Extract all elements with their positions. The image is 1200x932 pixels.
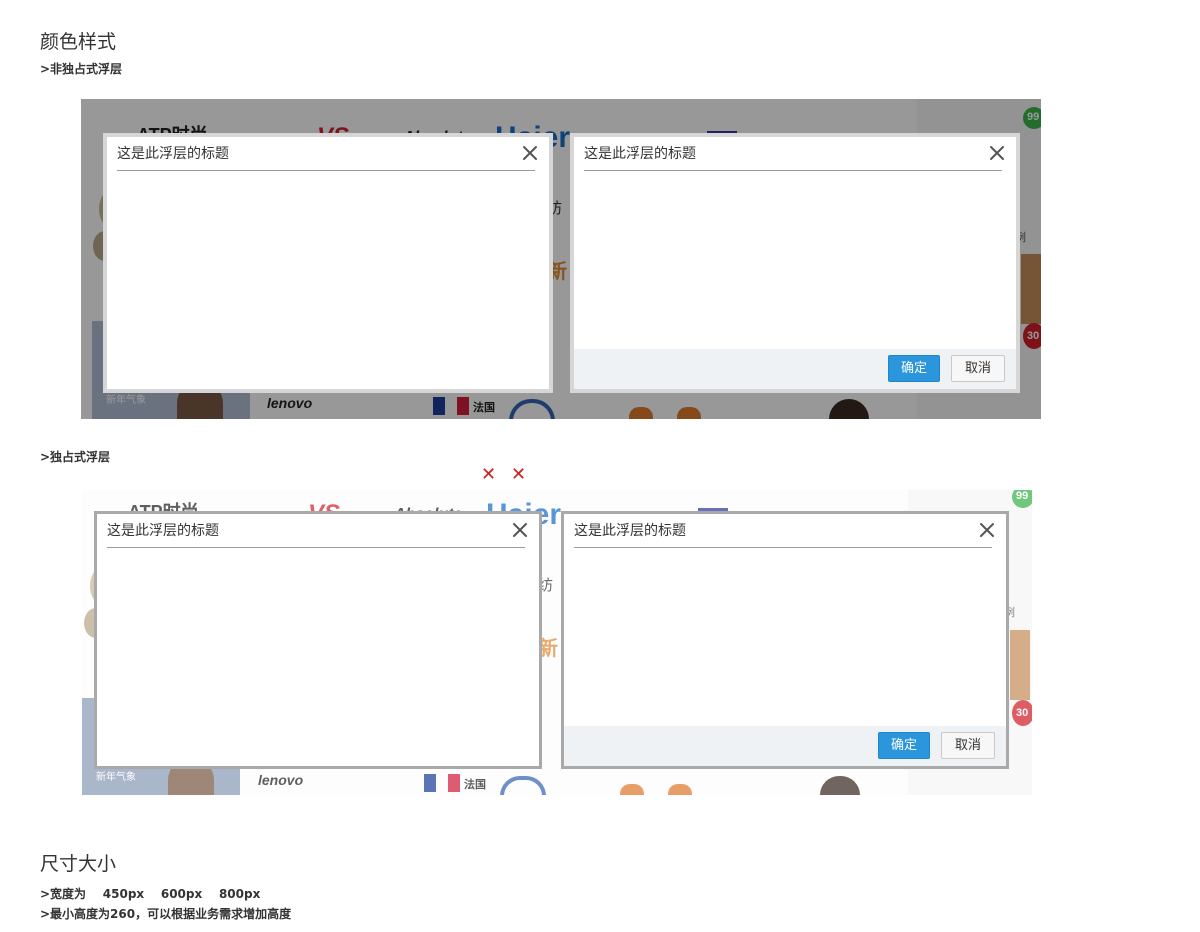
dialog-with-footer-2: 这是此浮层的标题 确定 取消 [561,511,1009,769]
bg-text: 99 [1016,490,1029,502]
photo-hair [1010,630,1030,700]
dialog-with-footer-1: 这是此浮层的标题 确定 取消 [570,133,1020,393]
decor-ring [500,776,546,795]
flag-blue [424,774,436,792]
section-title-size: 尺寸大小 [40,853,117,875]
bg-text: 30 [1016,707,1029,719]
dialog-footer: 确定 取消 [564,726,1006,766]
confirm-button[interactable]: 确定 [888,355,940,382]
brand-logo: lenovo [258,772,304,788]
cancel-button[interactable]: 取消 [941,732,995,759]
bg-text: 新年气象 [96,772,136,783]
red-x-mark: ✕ [511,464,527,485]
nonexclusive-label: >非独占式浮层 [40,62,123,76]
exclusive-label: >独占式浮层 [40,450,111,464]
bg-text: 法国 [464,779,486,791]
close-icon[interactable] [521,144,539,162]
height-spec: >最小高度为260，可以根据业务需求增加高度 [40,907,292,921]
red-x-mark: ✕ [481,464,497,485]
close-icon[interactable] [978,521,996,539]
decor-orange [668,784,692,795]
flag-red [448,774,460,792]
width-spec: >宽度为 450px 600px 800px [40,887,261,901]
dialog-title: 这是此浮层的标题 [584,137,1002,171]
dialog-title: 这是此浮层的标题 [117,137,535,171]
dialog-no-footer-1: 这是此浮层的标题 [103,133,553,393]
close-icon[interactable] [511,521,529,539]
dialog-footer: 确定 取消 [574,349,1016,389]
dialog-title: 这是此浮层的标题 [574,514,992,548]
decor-orange [620,784,644,795]
close-icon[interactable] [988,144,1006,162]
portrait [820,776,860,795]
dialog-title: 这是此浮层的标题 [107,514,525,548]
dialog-no-footer-2: 这是此浮层的标题 [94,511,542,769]
cancel-button[interactable]: 取消 [951,355,1005,382]
confirm-button[interactable]: 确定 [878,732,930,759]
section-title-color: 颜色样式 [40,31,117,53]
